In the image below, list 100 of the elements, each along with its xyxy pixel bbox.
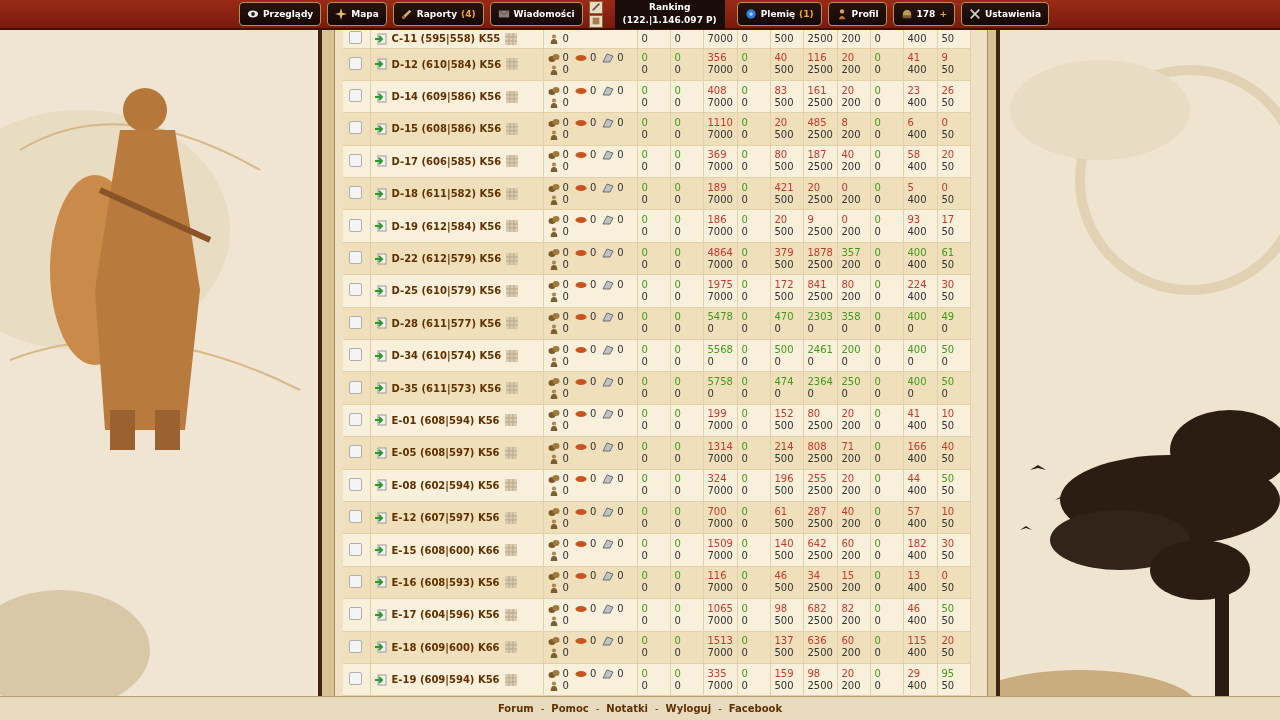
required-value: 0 [641,614,649,627]
row-checkbox[interactable] [349,283,362,297]
row-checkbox[interactable] [349,380,362,394]
resource-value: 0 [562,517,569,530]
nav-button[interactable]: Mapa [327,2,387,26]
required-value: 0 [774,355,782,368]
row-checkbox[interactable] [349,121,362,135]
required-value: 0 [741,550,749,563]
village-link[interactable]: D-18 (611|582) K56 [391,188,502,200]
row-checkbox[interactable] [349,607,362,621]
nav-button[interactable]: Przeglądy [238,2,322,26]
village-link[interactable]: E-12 (607|597) K56 [391,512,500,524]
village-link[interactable]: E-01 (608|594) K56 [391,415,500,426]
row-checkbox[interactable] [349,413,362,426]
grid-icon[interactable] [506,187,519,200]
required-value: 400 [907,420,928,433]
village-link[interactable]: E-19 (609|594) K56 [391,674,500,686]
required-value: 2500 [807,32,834,45]
row-checkbox[interactable] [349,186,362,200]
grid-icon[interactable] [506,122,519,135]
grid-icon[interactable] [506,349,519,362]
resource-value: 0 [589,440,597,453]
footer-link[interactable]: Wyloguj [665,703,712,714]
grid-icon[interactable] [506,382,519,395]
footer-link[interactable]: Facebook [728,703,783,714]
village-link[interactable]: D-17 (606|585) K56 [391,155,502,167]
grid-icon[interactable] [506,317,519,330]
resource-value: 0 [562,667,569,680]
row-checkbox[interactable] [349,153,362,167]
row-checkbox[interactable] [349,56,362,70]
sword-icon[interactable] [588,0,603,14]
village-link[interactable]: E-05 (608|597) K56 [391,447,500,459]
grid-icon[interactable] [504,414,517,427]
grid-icon[interactable] [504,544,517,557]
village-link[interactable]: E-15 (608|600) K66 [391,544,500,556]
village-link[interactable]: D-15 (608|586) K56 [391,123,502,135]
row-checkbox[interactable] [349,218,362,232]
village-link[interactable]: D-28 (611|577) K56 [391,317,502,329]
grid-icon[interactable] [504,479,517,492]
grid-icon[interactable] [505,32,518,45]
nav-button[interactable]: Raporty (4) [392,2,484,26]
grid-icon[interactable] [506,90,519,103]
row-checkbox[interactable] [349,251,362,265]
row-checkbox[interactable] [349,348,362,362]
row-checkbox[interactable] [349,89,362,103]
village-link[interactable]: D-34 (610|574) K56 [391,350,502,362]
grid-icon[interactable] [504,608,517,621]
grid-icon[interactable] [504,576,517,589]
resource-value: 0 [589,602,597,615]
village-link[interactable]: D-14 (609|586) K56 [391,91,502,103]
row-checkbox[interactable] [349,31,362,45]
village-link[interactable]: D-19 (612|584) K56 [391,220,502,232]
grid-icon[interactable] [506,155,519,168]
ranking-button[interactable]: Ranking (122.|1.146.097 P) [614,0,725,29]
row-checkbox[interactable] [349,445,362,459]
resource-value: 0 [617,311,624,324]
footer-link[interactable]: Forum [497,703,534,714]
required-value: 0 [641,582,649,595]
row-checkbox[interactable] [349,542,362,556]
village-link[interactable]: E-16 (608|593) K56 [391,576,500,588]
village-link[interactable]: D-22 (612|579) K56 [391,253,502,265]
current-value: 841 [807,278,828,291]
wood-icon [547,279,560,290]
grid-icon[interactable] [504,641,517,654]
grid-icon[interactable] [504,673,517,686]
nav-button[interactable]: Wiadomości [489,2,583,26]
required-value: 0 [741,323,749,336]
row-checkbox[interactable] [349,672,362,686]
village-link[interactable]: E-18 (609|600) K66 [391,641,500,653]
row-checkbox[interactable] [349,477,362,491]
footer-link[interactable]: Notatki [606,703,648,714]
nav-button[interactable]: 178 + [892,2,955,26]
grid-icon[interactable] [506,252,519,265]
nav-button[interactable]: Plemię (1) [736,2,822,26]
village-link[interactable]: D-12 (610|584) K56 [391,58,502,70]
nav-button[interactable]: Ustawienia [960,2,1050,26]
required-value: 0 [641,290,649,303]
row-checkbox[interactable] [349,315,362,329]
clay-icon [574,117,587,128]
required-value: 2500 [807,550,834,563]
row-checkbox[interactable] [349,574,362,588]
required-value: 2500 [807,582,834,595]
required-value: 50 [941,32,956,45]
grid-icon[interactable] [506,284,519,297]
grid-icon[interactable] [506,220,519,233]
village-link[interactable]: C-11 (595|558) K55 [391,33,501,45]
row-checkbox[interactable] [349,510,362,524]
village-link[interactable]: E-17 (604|596) K56 [391,609,500,621]
village-link[interactable]: E-08 (602|594) K56 [391,479,500,491]
nav-button[interactable]: Profil [827,2,887,26]
grid-icon[interactable] [506,58,519,71]
current-value: 0 [641,84,649,97]
grid-icon[interactable] [504,446,517,459]
required-value: 500 [774,258,795,271]
village-link[interactable]: D-25 (610|579) K56 [391,285,502,297]
grid-icon[interactable] [504,511,517,524]
current-value: 0 [741,278,749,291]
row-checkbox[interactable] [349,639,362,653]
village-link[interactable]: D-35 (611|573) K56 [391,382,502,394]
footer-link[interactable]: Pomoc [551,703,589,714]
